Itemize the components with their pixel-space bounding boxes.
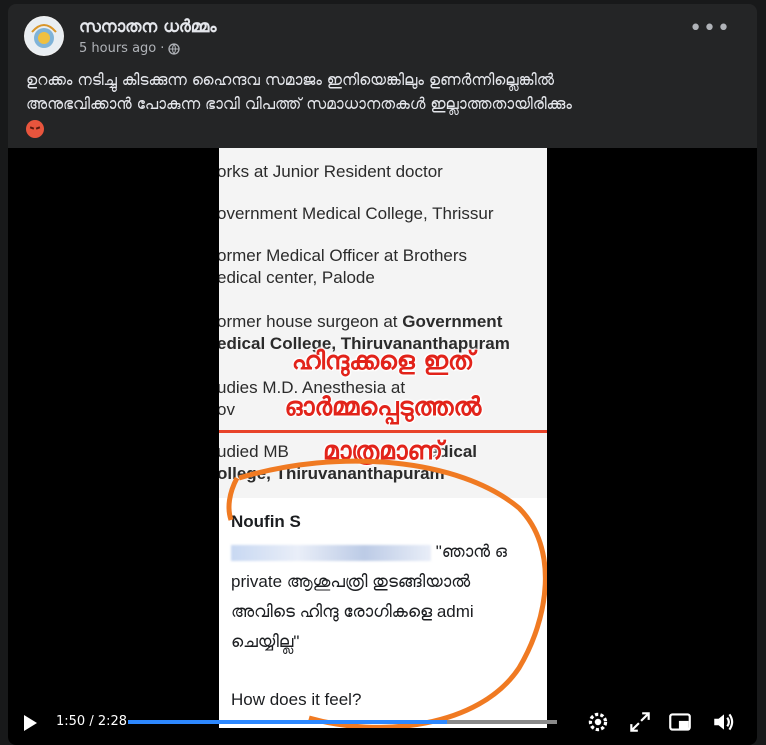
player-controls: 1:50 / 2:28 bbox=[8, 701, 757, 745]
orange-circle-annotation bbox=[226, 458, 547, 728]
video-frame: orks at Junior Resident doctor overnment… bbox=[219, 148, 547, 728]
fullscreen-icon[interactable] bbox=[627, 709, 653, 735]
caption-line: ഉറക്കം നടിച്ചു കിടക്കുന്ന ഹൈന്ദവ സമാജം ഇ… bbox=[26, 71, 555, 89]
angry-face-emoji-icon bbox=[26, 119, 44, 138]
more-options-icon[interactable]: ••• bbox=[689, 18, 731, 40]
avatar-logo-icon bbox=[25, 17, 63, 55]
globe-icon[interactable] bbox=[168, 42, 181, 55]
post-time[interactable]: 5 hours ago bbox=[79, 41, 156, 56]
pip-icon[interactable] bbox=[667, 709, 693, 735]
page-name[interactable]: സനാതന ധർമ്മം bbox=[79, 17, 216, 37]
time-display: 1:50 / 2:28 bbox=[56, 714, 128, 729]
page-avatar[interactable] bbox=[24, 16, 64, 56]
settings-icon[interactable] bbox=[585, 709, 611, 735]
video-player[interactable]: orks at Junior Resident doctor overnment… bbox=[8, 148, 757, 745]
progress-bar[interactable] bbox=[128, 720, 557, 724]
post-card: സനാതന ധർമ്മം 5 hours ago · ••• ഉറക്കം നട… bbox=[8, 4, 757, 745]
caption-line: അനുഭവിക്കാൻ പോകുന്ന ഭാവി വിപത്ത് സമാധാനത… bbox=[26, 95, 572, 113]
post-meta: 5 hours ago · bbox=[79, 41, 181, 56]
progress-fill bbox=[128, 720, 447, 724]
play-icon[interactable] bbox=[24, 715, 37, 731]
volume-icon[interactable] bbox=[711, 709, 737, 735]
post-caption: ഉറക്കം നടിച്ചു കിടക്കുന്ന ഹൈന്ദവ സമാജം ഇ… bbox=[26, 68, 741, 140]
